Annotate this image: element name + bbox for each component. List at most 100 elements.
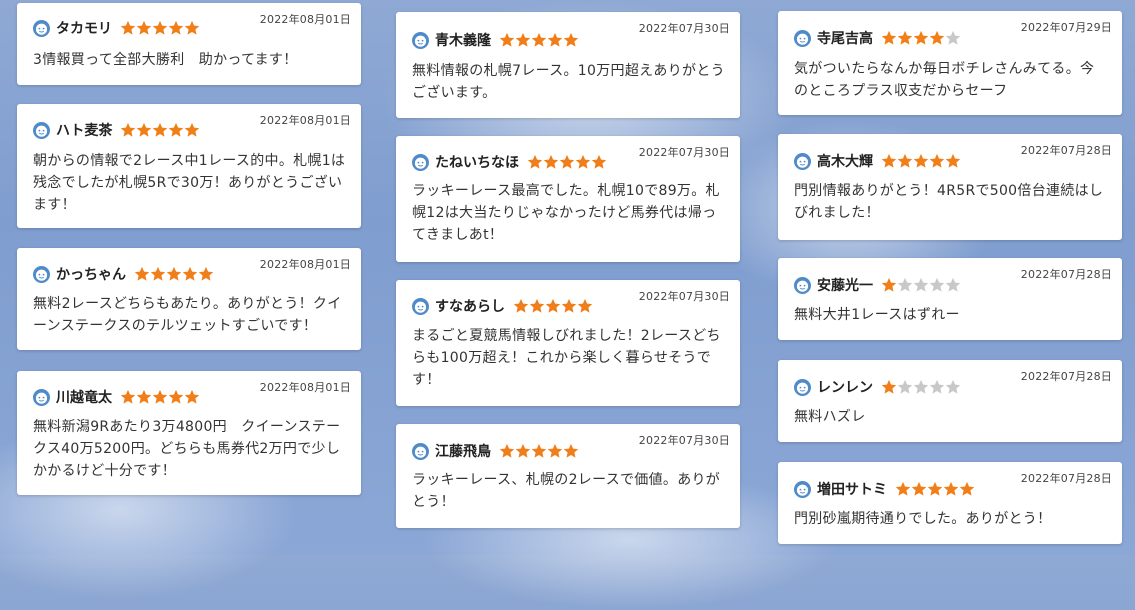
star-filled-icon [527,154,543,169]
user-avatar-icon [794,276,811,294]
star-empty-icon [929,277,945,292]
review-card: 2022年08月01日 かっちゃん 無料2レースどちらもあたり。ありがとう！クイ… [17,248,361,350]
star-filled-icon [169,122,184,137]
review-header: 川越竜太 [33,387,200,407]
star-filled-icon [153,122,168,137]
star-filled-icon [547,443,563,458]
star-rating [134,266,214,282]
reviewer-name: 高木大輝 [817,154,873,170]
star-filled-icon [927,481,943,496]
reviewer-name: レンレン [817,380,873,396]
star-rating [120,389,200,405]
review-header: 江藤飛鳥 [412,441,579,461]
user-avatar-icon [33,265,50,283]
star-filled-icon [185,122,200,137]
review-text: 無料大井1レースはずれー [794,307,960,323]
review-date: 2022年07月28日 [1020,268,1112,281]
star-filled-icon [515,443,531,458]
review-header: レンレン [794,377,961,397]
reviewer-name: かっちゃん [56,267,126,283]
review-card: 2022年07月28日 安藤光一 無料大井1レースはずれー [778,258,1122,340]
review-date: 2022年07月28日 [1020,472,1112,485]
reviewer-name: 江藤飛鳥 [435,444,491,460]
star-filled-icon [575,154,591,169]
review-header: 青木義隆 [412,30,579,50]
star-filled-icon [591,154,607,169]
star-rating [881,30,961,46]
star-filled-icon [929,153,945,168]
star-filled-icon [895,481,911,496]
star-filled-icon [881,379,897,394]
review-text: 無料新潟9Rあたり3万4800円 クイーンステークス40万5200円。どちらも馬… [33,419,341,479]
review-date: 2022年07月28日 [1020,144,1112,157]
star-filled-icon [943,481,959,496]
star-rating [881,153,961,169]
review-text: 門別砂嵐期待通りでした。ありがとう！ [794,511,1052,527]
reviewer-name: 増田サトミ [817,482,887,498]
star-filled-icon [166,266,182,281]
star-rating [527,154,607,170]
review-date: 2022年07月30日 [638,290,730,303]
star-filled-icon [184,20,200,35]
star-filled-icon [168,20,184,35]
star-empty-icon [913,379,929,394]
review-date: 2022年07月29日 [1020,21,1112,34]
review-card: 2022年07月28日 レンレン 無料ハズレ [778,360,1122,442]
review-date: 2022年08月01日 [259,13,351,26]
star-filled-icon [134,266,150,281]
reviewer-name: ハト麦茶 [56,123,113,139]
review-header: すなあらし [412,296,593,316]
review-text: 門別情報ありがとう！4R5Rで500倍台連続はしびれました！ [794,183,1104,221]
star-rating [513,298,593,314]
review-date: 2022年08月01日 [259,258,351,271]
star-filled-icon [198,266,214,281]
star-empty-icon [897,379,913,394]
star-filled-icon [577,298,593,313]
star-filled-icon [881,30,897,45]
star-filled-icon [547,32,563,47]
star-filled-icon [120,389,136,404]
star-filled-icon [529,298,545,313]
review-header: 寺尾吉高 [794,28,961,48]
user-avatar-icon [412,31,429,49]
user-avatar-icon [412,442,429,460]
star-filled-icon [911,481,927,496]
star-empty-icon [945,30,961,45]
review-card: 2022年08月01日 ハト麦茶 朝からの情報で2レース中1レース的中。札幌1は… [17,104,361,228]
reviewer-name: すなあらし [435,299,505,315]
star-filled-icon [913,30,929,45]
review-card: 2022年07月28日 高木大輝 門別情報ありがとう！4R5Rで500倍台連続は… [778,134,1122,240]
star-filled-icon [929,30,945,45]
star-rating [499,32,579,48]
star-filled-icon [152,20,168,35]
review-text: 気がついたらなんか毎日ボチレさんみてる。今のところプラス収支だからセーフ [794,61,1095,99]
star-filled-icon [945,153,961,168]
user-avatar-icon [794,29,811,47]
star-filled-icon [182,266,198,281]
star-filled-icon [897,153,913,168]
star-filled-icon [136,389,152,404]
star-rating [120,122,200,138]
review-card: 2022年08月01日 タカモリ 3情報買って全部大勝利 助かってます！ [17,3,361,85]
review-date: 2022年07月30日 [638,146,730,159]
star-filled-icon [563,32,579,47]
user-avatar-icon [794,378,811,396]
star-filled-icon [184,389,200,404]
review-text: 無料ハズレ [794,409,866,425]
star-filled-icon [152,389,168,404]
user-avatar-icon [33,121,50,139]
review-card: 2022年08月01日 川越竜太 無料新潟9Rあたり3万4800円 クイーンステ… [17,371,361,495]
review-date: 2022年07月28日 [1020,370,1112,383]
review-header: ハト麦茶 [33,120,200,140]
review-header: タカモリ [33,18,200,38]
star-filled-icon [168,389,184,404]
review-header: 高木大輝 [794,151,961,171]
review-card: 2022年07月30日 たねいちなほ ラッキーレース最高でした。札幌10で89万… [396,136,740,262]
star-filled-icon [913,153,929,168]
review-card: 2022年07月28日 増田サトミ 門別砂嵐期待通りでした。ありがとう！ [778,462,1122,544]
review-text: ラッキーレース、札幌の2レースで価値。ありがとう！ [412,472,721,510]
star-filled-icon [881,277,897,292]
star-filled-icon [881,153,897,168]
star-filled-icon [545,298,561,313]
user-avatar-icon [412,153,429,171]
